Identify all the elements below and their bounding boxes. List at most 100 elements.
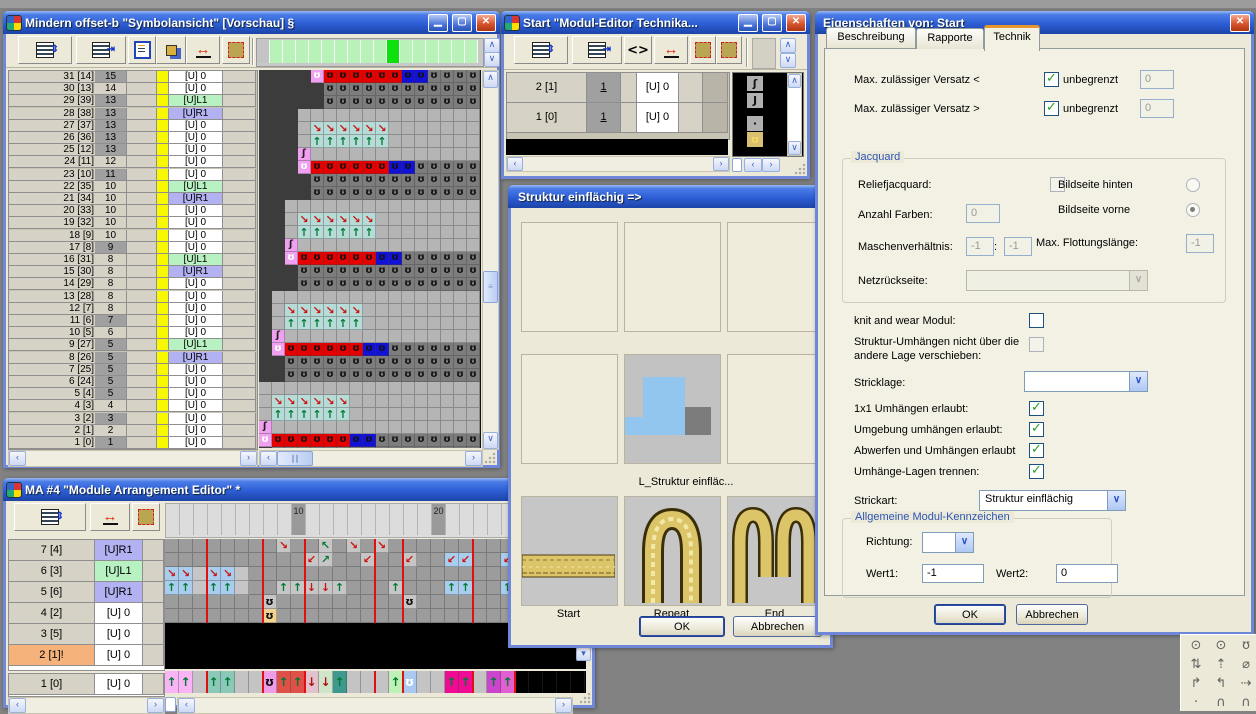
- richtung-dropdown[interactable]: ∨: [922, 532, 974, 553]
- grid-cell[interactable]: [259, 239, 272, 252]
- table-cell[interactable]: [157, 266, 169, 278]
- palette-icon[interactable]: ↱: [1185, 675, 1207, 692]
- grid-cell[interactable]: [415, 291, 428, 304]
- grid-cell[interactable]: ʊ: [454, 265, 467, 278]
- grid-cell[interactable]: ʊ: [363, 96, 376, 109]
- grid-cell[interactable]: ʊ: [428, 161, 441, 174]
- mini-slider[interactable]: [732, 158, 742, 172]
- grid-cell[interactable]: ʊ: [467, 356, 480, 369]
- table-cell[interactable]: [157, 388, 169, 400]
- grid-cell[interactable]: [311, 109, 324, 122]
- grid-cell[interactable]: [428, 408, 441, 421]
- grid-cell[interactable]: ʊ: [454, 96, 467, 109]
- grid-cell[interactable]: ↘: [311, 304, 324, 317]
- grid-cell[interactable]: [402, 330, 415, 343]
- grid-cell[interactable]: [285, 330, 298, 343]
- grid-cell[interactable]: [428, 226, 441, 239]
- wert1-input[interactable]: -1: [922, 564, 984, 583]
- grid-cell[interactable]: ʊ: [272, 343, 285, 356]
- grid-cell[interactable]: [291, 539, 305, 553]
- grid-cell[interactable]: ʊ: [324, 447, 337, 448]
- grid-cell[interactable]: ↘: [375, 539, 389, 553]
- grid-cell[interactable]: ʊ: [376, 187, 389, 200]
- table-cell[interactable]: [703, 73, 728, 103]
- grid-cell[interactable]: ʊ: [389, 83, 402, 96]
- unbegrenzt-gt-checkbox[interactable]: [1044, 101, 1059, 116]
- grid-cell[interactable]: ↘: [285, 304, 298, 317]
- erlaubt3-checkbox[interactable]: [1029, 443, 1044, 458]
- grid-cell[interactable]: [431, 581, 445, 595]
- grid-cell[interactable]: [415, 421, 428, 434]
- grid-cell[interactable]: ʊ: [363, 369, 376, 382]
- ruler-cell[interactable]: [320, 504, 334, 535]
- grid-cell[interactable]: [298, 187, 311, 200]
- grid-cell[interactable]: [298, 421, 311, 434]
- ruler-cell[interactable]: [180, 504, 194, 535]
- table-cell[interactable]: [U] 0: [169, 425, 223, 437]
- needle-cell[interactable]: [387, 40, 400, 63]
- grid-cell[interactable]: ↑: [298, 408, 311, 421]
- grid-cell[interactable]: ʊ: [454, 174, 467, 187]
- grid-cell[interactable]: [285, 161, 298, 174]
- grid-cell[interactable]: [473, 567, 487, 581]
- grid-cell[interactable]: ↑: [221, 581, 235, 595]
- grid-cell[interactable]: [389, 382, 402, 395]
- table-cell[interactable]: [143, 540, 164, 561]
- table-cell[interactable]: 8: [95, 291, 127, 303]
- scroll-right-button[interactable]: ›: [147, 698, 164, 713]
- grid-cell[interactable]: [193, 567, 207, 581]
- grid-cell[interactable]: [454, 291, 467, 304]
- grid-cell[interactable]: [311, 382, 324, 395]
- grid-cell[interactable]: [375, 609, 389, 623]
- grid-cell[interactable]: ʊ: [311, 252, 324, 265]
- grid-cell[interactable]: [415, 330, 428, 343]
- table-cell[interactable]: [U] 0: [169, 388, 223, 400]
- grid-cell[interactable]: [389, 304, 402, 317]
- grid-cell[interactable]: ʊ: [376, 434, 389, 447]
- grid-cell[interactable]: [285, 70, 298, 83]
- cancel-button[interactable]: Abbrechen: [733, 616, 822, 637]
- compare-button[interactable]: <>: [624, 36, 652, 64]
- grid-cell[interactable]: [259, 278, 272, 291]
- grid-cell[interactable]: ↙: [361, 553, 375, 567]
- grid-cell[interactable]: [249, 595, 263, 609]
- grid-cell[interactable]: [467, 408, 480, 421]
- ruler-cell[interactable]: [446, 504, 460, 535]
- grid-cell[interactable]: [441, 304, 454, 317]
- table-cell[interactable]: [U] 0: [169, 169, 223, 181]
- grid-cell[interactable]: ʊ: [337, 161, 350, 174]
- grid-cell[interactable]: ʊ: [376, 265, 389, 278]
- table-cell[interactable]: [U] 0: [169, 71, 223, 83]
- symbol-vscroll[interactable]: ∧ ∨: [787, 73, 802, 156]
- grid-cell[interactable]: ʊ: [363, 187, 376, 200]
- grid-cell[interactable]: ʊ: [454, 356, 467, 369]
- knit-checkbox[interactable]: [1029, 313, 1044, 328]
- table-cell[interactable]: 5 [6]: [9, 582, 95, 603]
- table-cell[interactable]: [U]R1: [169, 108, 223, 120]
- grid-cell[interactable]: [347, 567, 361, 581]
- table-cell[interactable]: 8: [95, 266, 127, 278]
- module-cell[interactable]: [417, 671, 431, 693]
- grid-cell[interactable]: [363, 148, 376, 161]
- grid-cell[interactable]: [263, 567, 277, 581]
- stitch-symbol[interactable]: ·: [747, 116, 763, 131]
- grid-cell[interactable]: [165, 539, 179, 553]
- grid-cell[interactable]: [272, 421, 285, 434]
- grid-cell[interactable]: ↘: [311, 395, 324, 408]
- table-cell[interactable]: [127, 132, 157, 144]
- grid-cell[interactable]: [259, 317, 272, 330]
- grid-cell[interactable]: ʊ: [298, 343, 311, 356]
- table-cell[interactable]: [157, 71, 169, 83]
- grid-cell[interactable]: ↘: [165, 567, 179, 581]
- grid-cell[interactable]: [259, 200, 272, 213]
- grid-cell[interactable]: [350, 382, 363, 395]
- grid-cell[interactable]: ↑: [324, 317, 337, 330]
- grid-cell[interactable]: [272, 252, 285, 265]
- table-cell[interactable]: [U] 0: [169, 400, 223, 412]
- grid-cell[interactable]: ʊ: [402, 434, 415, 447]
- grid-cell[interactable]: ʊ: [415, 161, 428, 174]
- scroll-left-button[interactable]: ‹: [178, 698, 195, 713]
- grid-cell[interactable]: ʊ: [441, 70, 454, 83]
- stitch-symbol[interactable]: J: [747, 93, 763, 108]
- grid-cell[interactable]: ʊ: [428, 252, 441, 265]
